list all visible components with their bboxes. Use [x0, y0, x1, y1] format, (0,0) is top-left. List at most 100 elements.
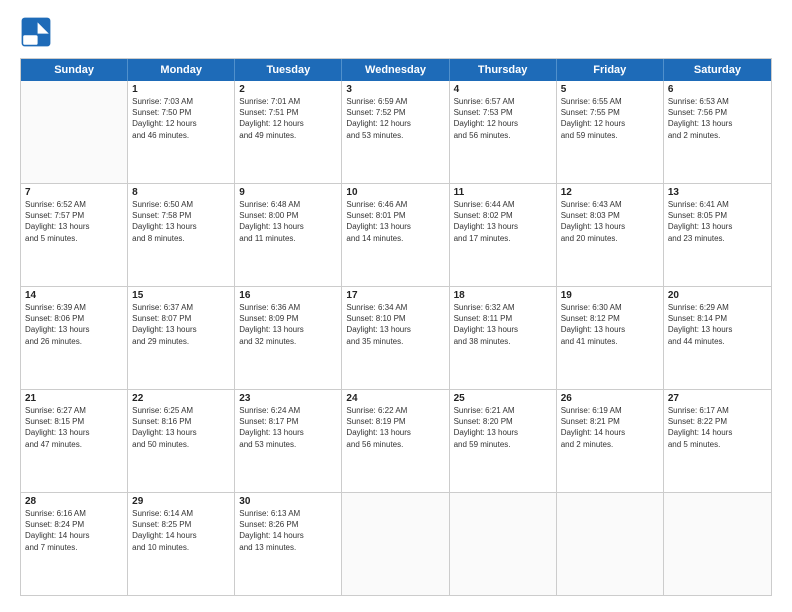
day-number: 5	[561, 84, 659, 95]
cell-line: Sunset: 8:05 PM	[668, 210, 767, 221]
cell-line: Sunset: 8:03 PM	[561, 210, 659, 221]
day-number: 11	[454, 187, 552, 198]
calendar-cell: 29Sunrise: 6:14 AMSunset: 8:25 PMDayligh…	[128, 493, 235, 595]
cell-line: Sunset: 8:01 PM	[346, 210, 444, 221]
cell-line: Sunset: 8:06 PM	[25, 313, 123, 324]
cell-line: Sunset: 7:57 PM	[25, 210, 123, 221]
calendar-cell: 13Sunrise: 6:41 AMSunset: 8:05 PMDayligh…	[664, 184, 771, 286]
cell-line: Sunrise: 6:41 AM	[668, 199, 767, 210]
logo-icon	[20, 16, 52, 48]
cell-line: Sunset: 8:12 PM	[561, 313, 659, 324]
calendar-cell: 16Sunrise: 6:36 AMSunset: 8:09 PMDayligh…	[235, 287, 342, 389]
cell-line: Daylight: 14 hours	[132, 530, 230, 541]
day-number: 23	[239, 393, 337, 404]
calendar-cell: 1Sunrise: 7:03 AMSunset: 7:50 PMDaylight…	[128, 81, 235, 183]
cell-line: and 13 minutes.	[239, 542, 337, 553]
calendar-day-name: Friday	[557, 59, 664, 81]
calendar-cell: 2Sunrise: 7:01 AMSunset: 7:51 PMDaylight…	[235, 81, 342, 183]
cell-line: and 41 minutes.	[561, 336, 659, 347]
calendar-cell: 30Sunrise: 6:13 AMSunset: 8:26 PMDayligh…	[235, 493, 342, 595]
calendar-cell: 26Sunrise: 6:19 AMSunset: 8:21 PMDayligh…	[557, 390, 664, 492]
calendar-cell: 22Sunrise: 6:25 AMSunset: 8:16 PMDayligh…	[128, 390, 235, 492]
cell-line: and 10 minutes.	[132, 542, 230, 553]
cell-line: Sunset: 7:55 PM	[561, 107, 659, 118]
cell-line: Sunrise: 6:37 AM	[132, 302, 230, 313]
cell-line: Sunrise: 6:16 AM	[25, 508, 123, 519]
cell-line: Sunset: 8:19 PM	[346, 416, 444, 427]
calendar-week-row: 7Sunrise: 6:52 AMSunset: 7:57 PMDaylight…	[21, 184, 771, 287]
cell-line: Sunset: 8:09 PM	[239, 313, 337, 324]
cell-line: Daylight: 13 hours	[668, 118, 767, 129]
cell-line: Sunrise: 6:25 AM	[132, 405, 230, 416]
day-number: 15	[132, 290, 230, 301]
cell-line: and 59 minutes.	[561, 130, 659, 141]
cell-line: Sunset: 8:00 PM	[239, 210, 337, 221]
day-number: 8	[132, 187, 230, 198]
cell-line: Sunrise: 7:01 AM	[239, 96, 337, 107]
calendar-cell: 9Sunrise: 6:48 AMSunset: 8:00 PMDaylight…	[235, 184, 342, 286]
header	[20, 16, 772, 48]
cell-line: Sunset: 7:56 PM	[668, 107, 767, 118]
cell-line: Sunset: 7:58 PM	[132, 210, 230, 221]
cell-line: Sunrise: 6:19 AM	[561, 405, 659, 416]
cell-line: Daylight: 14 hours	[239, 530, 337, 541]
calendar-cell: 20Sunrise: 6:29 AMSunset: 8:14 PMDayligh…	[664, 287, 771, 389]
cell-line: Daylight: 12 hours	[561, 118, 659, 129]
calendar-cell: 11Sunrise: 6:44 AMSunset: 8:02 PMDayligh…	[450, 184, 557, 286]
calendar-body: 1Sunrise: 7:03 AMSunset: 7:50 PMDaylight…	[21, 81, 771, 595]
cell-line: Sunset: 7:53 PM	[454, 107, 552, 118]
cell-line: and 49 minutes.	[239, 130, 337, 141]
cell-line: Sunrise: 6:21 AM	[454, 405, 552, 416]
cell-line: Sunset: 8:17 PM	[239, 416, 337, 427]
day-number: 26	[561, 393, 659, 404]
cell-line: Daylight: 13 hours	[346, 324, 444, 335]
cell-line: Daylight: 14 hours	[668, 427, 767, 438]
day-number: 29	[132, 496, 230, 507]
calendar-day-name: Thursday	[450, 59, 557, 81]
day-number: 27	[668, 393, 767, 404]
cell-line: Sunrise: 6:30 AM	[561, 302, 659, 313]
calendar-cell: 5Sunrise: 6:55 AMSunset: 7:55 PMDaylight…	[557, 81, 664, 183]
cell-line: Sunset: 8:22 PM	[668, 416, 767, 427]
cell-line: and 53 minutes.	[346, 130, 444, 141]
cell-line: Sunrise: 6:55 AM	[561, 96, 659, 107]
cell-line: Sunset: 8:07 PM	[132, 313, 230, 324]
calendar-cell: 18Sunrise: 6:32 AMSunset: 8:11 PMDayligh…	[450, 287, 557, 389]
cell-line: and 47 minutes.	[25, 439, 123, 450]
calendar-cell	[21, 81, 128, 183]
cell-line: Daylight: 13 hours	[668, 221, 767, 232]
cell-line: and 59 minutes.	[454, 439, 552, 450]
cell-line: Sunset: 8:20 PM	[454, 416, 552, 427]
cell-line: Sunset: 8:11 PM	[454, 313, 552, 324]
day-number: 9	[239, 187, 337, 198]
page: SundayMondayTuesdayWednesdayThursdayFrid…	[0, 0, 792, 612]
calendar-cell: 17Sunrise: 6:34 AMSunset: 8:10 PMDayligh…	[342, 287, 449, 389]
cell-line: Sunrise: 7:03 AM	[132, 96, 230, 107]
cell-line: Daylight: 13 hours	[454, 221, 552, 232]
day-number: 14	[25, 290, 123, 301]
cell-line: Sunrise: 6:13 AM	[239, 508, 337, 519]
calendar-day-name: Saturday	[664, 59, 771, 81]
cell-line: Daylight: 13 hours	[346, 221, 444, 232]
calendar-cell: 6Sunrise: 6:53 AMSunset: 7:56 PMDaylight…	[664, 81, 771, 183]
calendar-cell: 24Sunrise: 6:22 AMSunset: 8:19 PMDayligh…	[342, 390, 449, 492]
cell-line: and 56 minutes.	[346, 439, 444, 450]
cell-line: Daylight: 12 hours	[132, 118, 230, 129]
cell-line: Sunset: 8:15 PM	[25, 416, 123, 427]
cell-line: Sunset: 8:21 PM	[561, 416, 659, 427]
day-number: 2	[239, 84, 337, 95]
day-number: 4	[454, 84, 552, 95]
calendar-cell: 21Sunrise: 6:27 AMSunset: 8:15 PMDayligh…	[21, 390, 128, 492]
day-number: 25	[454, 393, 552, 404]
cell-line: Sunset: 8:10 PM	[346, 313, 444, 324]
calendar-cell: 4Sunrise: 6:57 AMSunset: 7:53 PMDaylight…	[450, 81, 557, 183]
calendar-week-row: 14Sunrise: 6:39 AMSunset: 8:06 PMDayligh…	[21, 287, 771, 390]
cell-line: Sunrise: 6:24 AM	[239, 405, 337, 416]
cell-line: and 23 minutes.	[668, 233, 767, 244]
calendar-cell	[342, 493, 449, 595]
cell-line: and 20 minutes.	[561, 233, 659, 244]
cell-line: Sunrise: 6:44 AM	[454, 199, 552, 210]
cell-line: Sunrise: 6:43 AM	[561, 199, 659, 210]
calendar-cell: 14Sunrise: 6:39 AMSunset: 8:06 PMDayligh…	[21, 287, 128, 389]
calendar-cell: 10Sunrise: 6:46 AMSunset: 8:01 PMDayligh…	[342, 184, 449, 286]
